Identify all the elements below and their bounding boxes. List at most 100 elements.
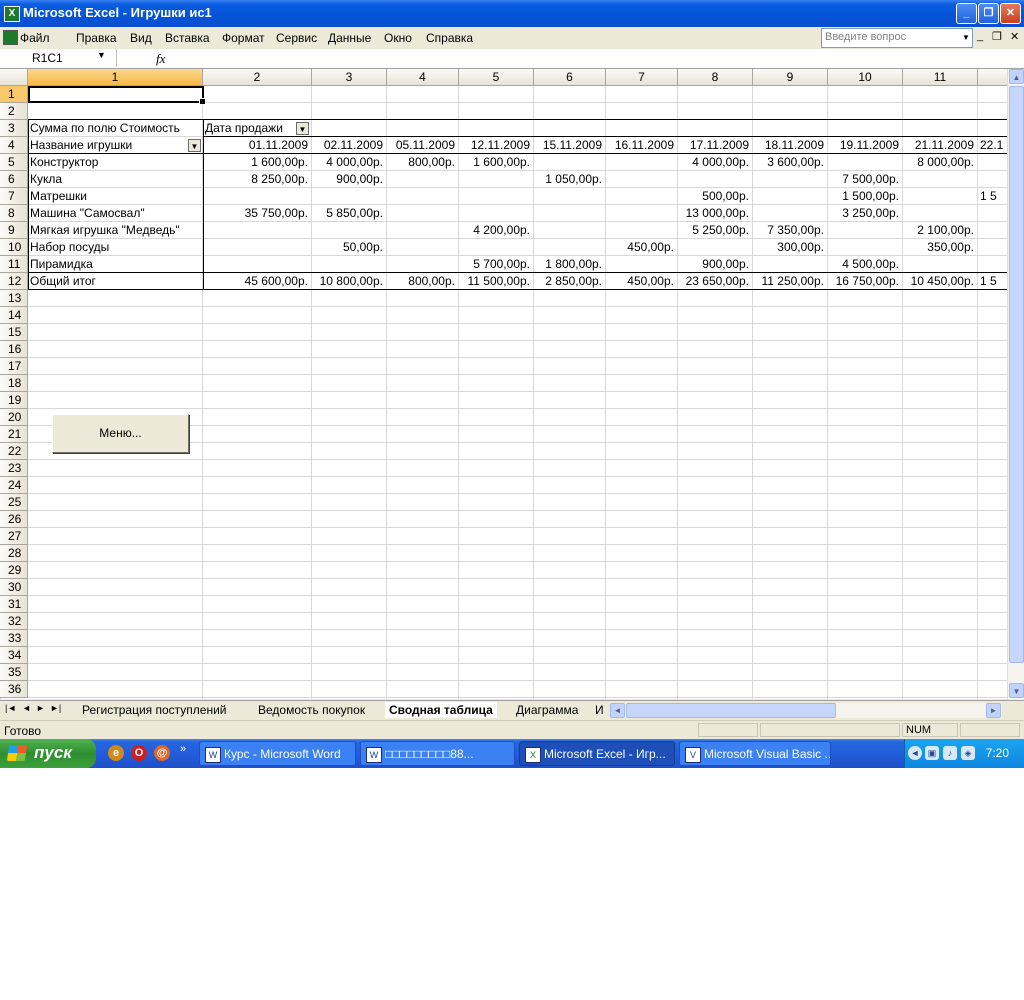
volume-icon[interactable]: ♪	[943, 746, 957, 760]
workbook-icon[interactable]	[3, 30, 18, 45]
row-header[interactable]: 8	[0, 205, 28, 222]
row-header[interactable]: 6	[0, 171, 28, 188]
doc-restore-button[interactable]: ❐	[992, 30, 1002, 43]
row-header[interactable]: 18	[0, 375, 28, 392]
row-header[interactable]: 11	[0, 256, 28, 273]
security-icon[interactable]: ◈	[961, 746, 975, 760]
row-header[interactable]: 10	[0, 239, 28, 256]
network-icon[interactable]: ▣	[925, 746, 939, 760]
horizontal-scroll-thumb[interactable]	[626, 703, 836, 718]
task-word-doc[interactable]: W □□□□□□□□□88...	[360, 741, 515, 766]
chevron-down-icon[interactable]: ▼	[960, 29, 972, 47]
column-header[interactable]: 11	[903, 69, 978, 86]
row-header[interactable]: 22	[0, 443, 28, 460]
vertical-scroll-thumb[interactable]	[1009, 86, 1024, 663]
row-header[interactable]: 13	[0, 290, 28, 307]
row-header[interactable]: 34	[0, 647, 28, 664]
row-header[interactable]: 9	[0, 222, 28, 239]
column-header[interactable]: 10	[828, 69, 903, 86]
menu-view[interactable]: Вид	[130, 31, 152, 45]
row-header[interactable]: 27	[0, 528, 28, 545]
select-all-corner[interactable]	[0, 69, 28, 86]
column-header[interactable]: 6	[534, 69, 606, 86]
task-word-course[interactable]: W Курс - Microsoft Word	[199, 741, 356, 766]
row-header[interactable]: 25	[0, 494, 28, 511]
task-vba[interactable]: V Microsoft Visual Basic ...	[679, 741, 831, 766]
spreadsheet-grid[interactable]: 1 2 3 4 5 6 7 8 9 10 11 1 2 3 4 5 6 7 8 9 10 11 12 13 14 15 16 17 18…	[0, 69, 1007, 699]
column-header[interactable]: 2	[203, 69, 312, 86]
column-header[interactable]: 5	[459, 69, 534, 86]
scroll-down-arrow-icon[interactable]: ▼	[1009, 683, 1024, 698]
row-header[interactable]: 14	[0, 307, 28, 324]
chevron-down-icon[interactable]: ▼	[97, 50, 106, 60]
active-cell[interactable]	[28, 86, 206, 105]
menu-tools[interactable]: Сервис	[276, 31, 317, 45]
row-header[interactable]: 26	[0, 511, 28, 528]
column-header[interactable]: 8	[678, 69, 753, 86]
row-header[interactable]: 23	[0, 460, 28, 477]
column-header[interactable]: 3	[312, 69, 387, 86]
row-header[interactable]: 35	[0, 664, 28, 681]
row-header[interactable]: 31	[0, 596, 28, 613]
row-header[interactable]: 16	[0, 341, 28, 358]
row-header[interactable]: 32	[0, 613, 28, 630]
column-header[interactable]	[978, 69, 1007, 86]
scroll-right-arrow-icon[interactable]: ►	[986, 703, 1001, 718]
row-header[interactable]: 20	[0, 409, 28, 426]
row-header[interactable]: 4	[0, 137, 28, 154]
row-header[interactable]: 33	[0, 630, 28, 647]
tray-expand-icon[interactable]: ◄	[908, 746, 922, 760]
row-header[interactable]: 24	[0, 477, 28, 494]
chevron-down-icon[interactable]: ▼	[296, 122, 309, 135]
row-header[interactable]: 17	[0, 358, 28, 375]
menu-button[interactable]: Меню...	[52, 414, 189, 453]
tab-chart[interactable]: Диаграмма	[512, 702, 582, 718]
menu-format[interactable]: Формат	[222, 31, 265, 45]
row-header[interactable]: 19	[0, 392, 28, 409]
row-header[interactable]: 7	[0, 188, 28, 205]
quick-launch-browser-icon[interactable]: e	[108, 745, 124, 761]
column-header[interactable]: 4	[387, 69, 459, 86]
maximize-button[interactable]: ❐	[978, 3, 999, 24]
doc-close-button[interactable]: ✕	[1010, 30, 1019, 43]
excel-app-icon[interactable]: X	[4, 6, 20, 22]
menu-window[interactable]: Окно	[384, 31, 412, 45]
menu-edit[interactable]: Правка	[76, 31, 117, 45]
ask-question-input[interactable]: Введите вопрос ▼	[821, 28, 973, 48]
scroll-up-arrow-icon[interactable]: ▲	[1009, 69, 1024, 84]
tab-registration[interactable]: Регистрация поступлений	[78, 702, 231, 718]
quick-launch-opera-icon[interactable]: O	[131, 745, 147, 761]
row-header[interactable]: 21	[0, 426, 28, 443]
vertical-scrollbar[interactable]: ▲ ▼	[1007, 69, 1024, 700]
next-sheet-button[interactable]: ►	[36, 703, 45, 713]
menu-help[interactable]: Справка	[426, 31, 473, 45]
scroll-left-arrow-icon[interactable]: ◄	[610, 703, 625, 718]
tab-purchases[interactable]: Ведомость покупок	[254, 702, 369, 718]
tab-pivot-table[interactable]: Сводная таблица	[385, 702, 497, 718]
last-sheet-button[interactable]: ►|	[50, 703, 61, 713]
row-header[interactable]: 1	[0, 86, 28, 103]
doc-minimize-button[interactable]: _	[977, 30, 983, 42]
row-header[interactable]: 3	[0, 120, 28, 137]
row-header[interactable]: 30	[0, 579, 28, 596]
horizontal-scrollbar[interactable]: ◄ ►	[610, 703, 1002, 718]
fx-icon[interactable]: fx	[156, 51, 165, 67]
chevron-down-icon[interactable]: ▼	[188, 139, 201, 152]
row-header[interactable]: 15	[0, 324, 28, 341]
task-excel[interactable]: X Microsoft Excel - Игр...	[519, 741, 675, 766]
quick-launch-more[interactable]: »	[180, 743, 186, 755]
row-header[interactable]: 36	[0, 681, 28, 698]
row-header[interactable]: 28	[0, 545, 28, 562]
row-header[interactable]: 12	[0, 273, 28, 290]
quick-launch-mail-icon[interactable]: @	[154, 745, 170, 761]
menu-data[interactable]: Данные	[328, 31, 371, 45]
name-box[interactable]: R1C1 ▼	[0, 49, 117, 67]
menu-file[interactable]: Файл	[20, 31, 50, 45]
close-button[interactable]: ✕	[1000, 3, 1021, 24]
title-bar[interactable]: X Microsoft Excel - Игрушки ис1 _ ❐ ✕	[0, 0, 1024, 27]
column-header[interactable]: 7	[606, 69, 678, 86]
row-header[interactable]: 29	[0, 562, 28, 579]
column-header[interactable]: 9	[753, 69, 828, 86]
first-sheet-button[interactable]: |◄	[5, 703, 16, 713]
minimize-button[interactable]: _	[956, 3, 977, 24]
